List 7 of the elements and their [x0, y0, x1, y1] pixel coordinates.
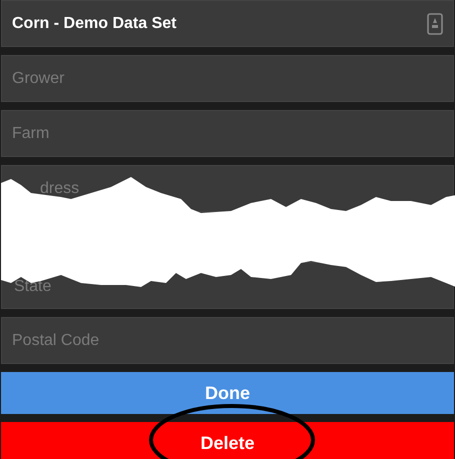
- device-icon: [427, 12, 443, 34]
- input-field[interactable]: Grower: [1, 55, 454, 102]
- delete-button[interactable]: Delete: [1, 422, 454, 459]
- done-button[interactable]: Done: [1, 372, 454, 414]
- header-title: Corn - Demo Data Set: [12, 14, 176, 34]
- input-field[interactable]: Farm: [1, 110, 454, 157]
- input-field[interactable]: Postal Code: [1, 317, 454, 364]
